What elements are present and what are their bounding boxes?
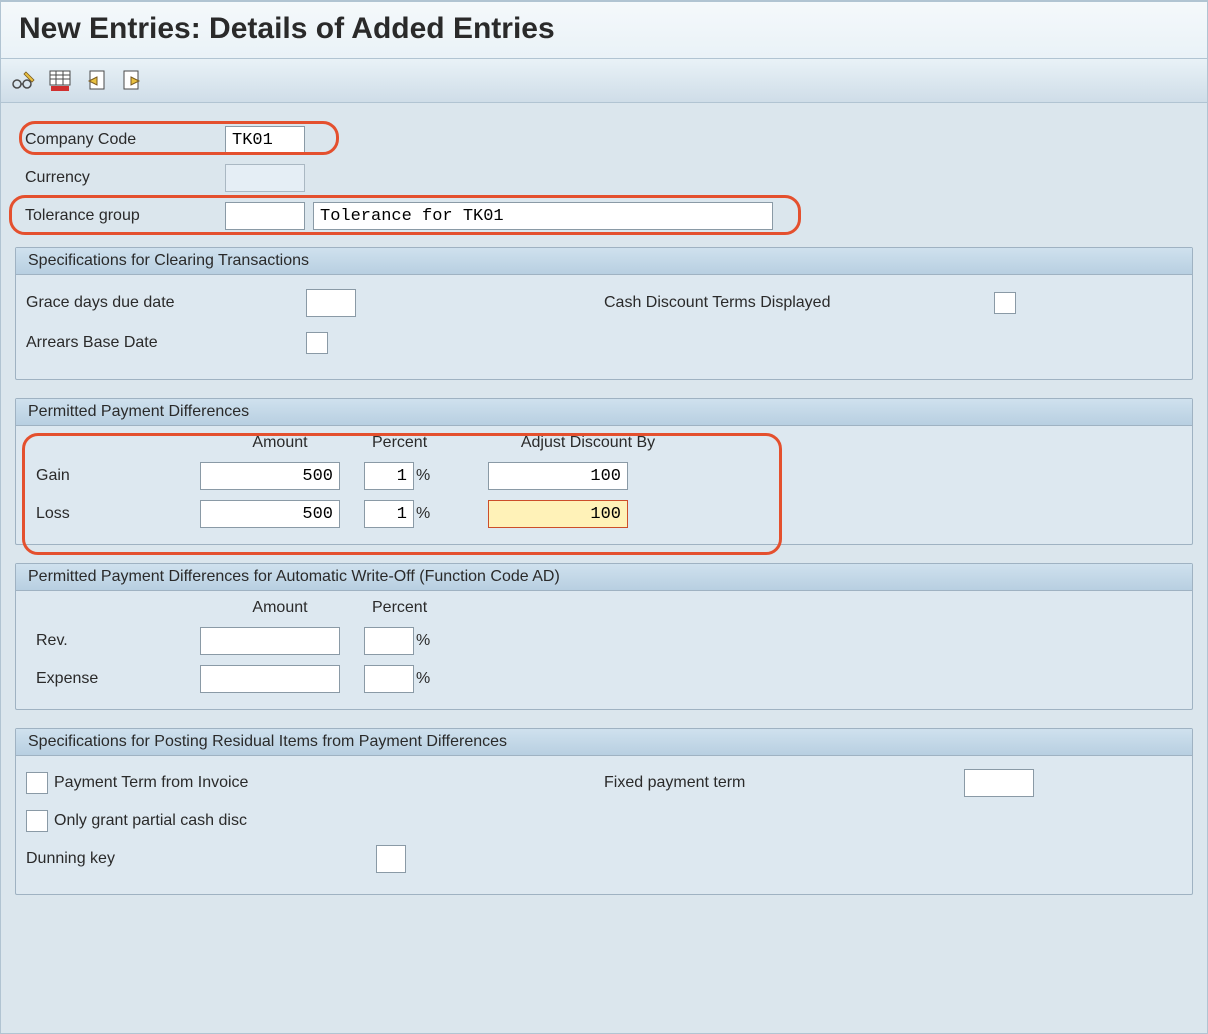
title-area: New Entries: Details of Added Entries [1, 2, 1207, 59]
page-prev-icon [85, 70, 107, 92]
next-entry-button[interactable] [119, 68, 145, 94]
percent-sign: % [416, 505, 430, 523]
page-next-icon [121, 70, 143, 92]
cash-disc-displayed-checkbox[interactable] [994, 292, 1016, 314]
section-residual-posting: Specifications for Posting Residual Item… [15, 728, 1193, 895]
tolerance-group-input[interactable] [225, 202, 305, 230]
gain-percent-input[interactable] [364, 462, 414, 490]
currency-label: Currency [15, 169, 225, 187]
col-amount-header: Amount [200, 434, 360, 452]
glasses-pencil-icon [12, 70, 36, 92]
sap-window: New Entries: Details of Added Entries [0, 0, 1208, 1034]
table-delete-icon [49, 70, 71, 92]
delete-button[interactable] [47, 68, 73, 94]
toolbar [1, 59, 1207, 103]
section-auto-writeoff-title: Permitted Payment Differences for Automa… [16, 564, 1192, 591]
percent-sign: % [416, 632, 430, 650]
company-code-input[interactable] [225, 126, 305, 154]
arrears-base-date-label: Arrears Base Date [26, 334, 306, 352]
col-adjust-header: Adjust Discount By [488, 434, 688, 452]
partial-cash-disc-label: Only grant partial cash disc [54, 812, 247, 830]
expense-percent-input[interactable] [364, 665, 414, 693]
tolerance-group-label: Tolerance group [15, 207, 225, 225]
loss-percent-input[interactable] [364, 500, 414, 528]
section-permitted-diffs: Permitted Payment Differences Amount Per… [15, 398, 1193, 545]
partial-cash-disc-checkbox[interactable] [26, 810, 48, 832]
dunning-key-label: Dunning key [26, 850, 376, 868]
gain-amount-input[interactable] [200, 462, 340, 490]
tolerance-group-desc-input[interactable] [313, 202, 773, 230]
col-percent-header-2: Percent [364, 599, 484, 617]
gain-label: Gain [36, 467, 196, 485]
section-clearing-specs: Specifications for Clearing Transactions… [15, 247, 1193, 380]
fixed-payment-term-input[interactable] [964, 769, 1034, 797]
percent-sign: % [416, 670, 430, 688]
payment-term-from-invoice-checkbox[interactable] [26, 772, 48, 794]
loss-adjust-input[interactable] [488, 500, 628, 528]
grace-days-label: Grace days due date [26, 294, 306, 312]
section-clearing-title: Specifications for Clearing Transactions [16, 248, 1192, 275]
loss-label: Loss [36, 505, 196, 523]
dunning-key-input[interactable] [376, 845, 406, 873]
col-amount-header-2: Amount [200, 599, 360, 617]
toggle-display-change-button[interactable] [11, 68, 37, 94]
currency-display [225, 164, 305, 192]
company-code-label: Company Code [15, 131, 225, 149]
arrears-base-date-checkbox[interactable] [306, 332, 328, 354]
fixed-payment-term-label: Fixed payment term [604, 774, 964, 792]
cash-disc-displayed-label: Cash Discount Terms Displayed [604, 294, 994, 312]
loss-amount-input[interactable] [200, 500, 340, 528]
previous-entry-button[interactable] [83, 68, 109, 94]
page-title: New Entries: Details of Added Entries [19, 12, 1189, 46]
rev-amount-input[interactable] [200, 627, 340, 655]
gain-adjust-input[interactable] [488, 462, 628, 490]
expense-amount-input[interactable] [200, 665, 340, 693]
percent-sign: % [416, 467, 430, 485]
rev-label: Rev. [36, 632, 196, 650]
grace-days-input[interactable] [306, 289, 356, 317]
content-area: Company Code Currency Tolerance group Sp… [1, 103, 1207, 895]
section-auto-writeoff: Permitted Payment Differences for Automa… [15, 563, 1193, 710]
section-residual-title: Specifications for Posting Residual Item… [16, 729, 1192, 756]
header-fields: Company Code Currency Tolerance group [15, 121, 1193, 235]
rev-percent-input[interactable] [364, 627, 414, 655]
payment-term-from-invoice-label: Payment Term from Invoice [54, 774, 248, 792]
col-percent-header: Percent [364, 434, 484, 452]
expense-label: Expense [36, 670, 196, 688]
section-permitted-diffs-title: Permitted Payment Differences [16, 399, 1192, 426]
